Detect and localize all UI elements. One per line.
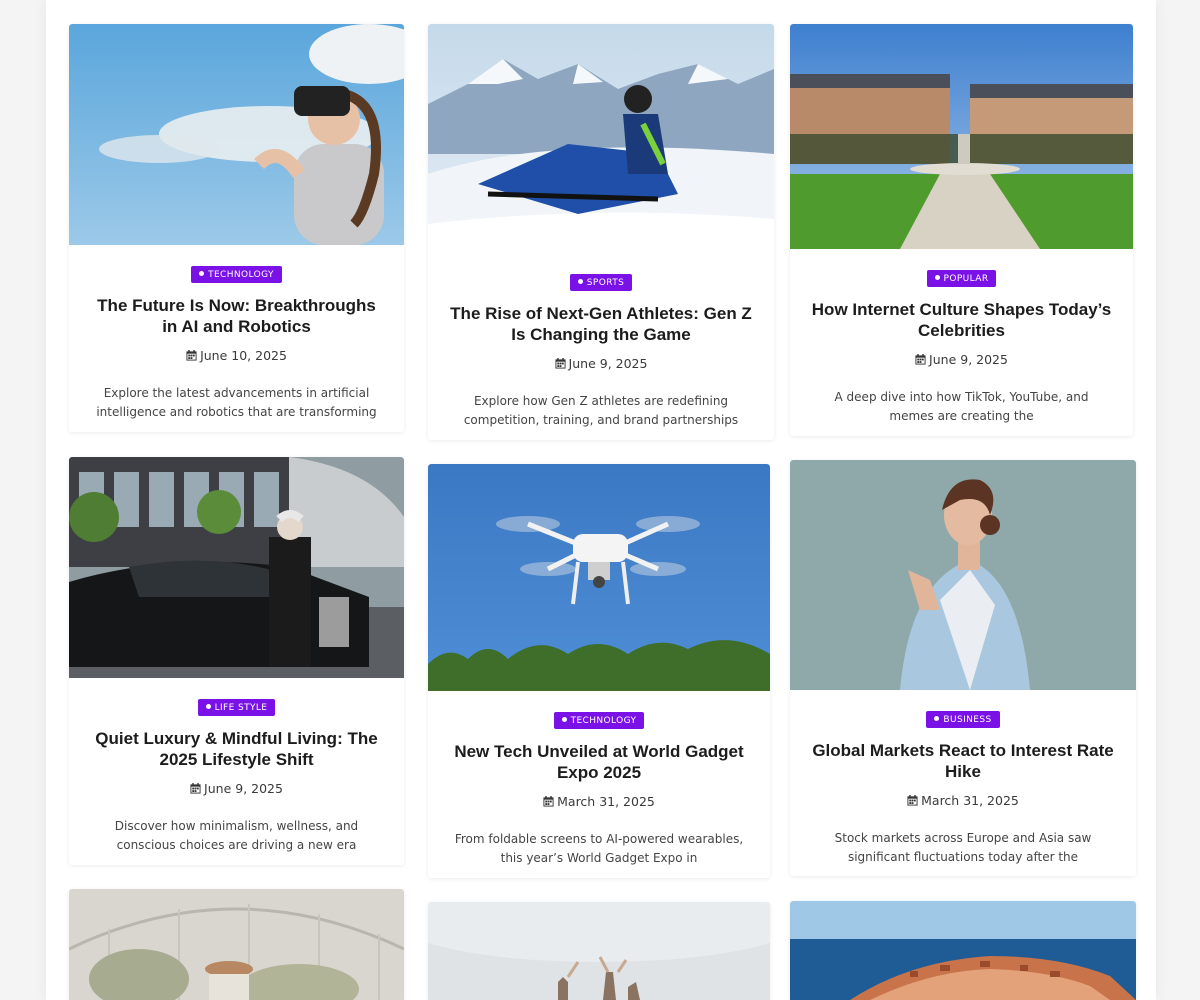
post-card[interactable]: TECHNOLOGY The Future Is Now: Breakthrou… — [69, 24, 404, 432]
post-excerpt: Explore the latest advancements in artif… — [96, 386, 377, 419]
post-thumbnail-vr-headset[interactable] — [69, 24, 404, 245]
post-title[interactable]: Quiet Luxury & Mindful Living: The 2025 … — [89, 728, 384, 770]
post-thumbnail-snowmobile[interactable] — [428, 24, 774, 253]
post-card[interactable] — [790, 901, 1136, 1000]
calendar-icon — [190, 783, 201, 794]
post-card[interactable] — [69, 889, 404, 1000]
category-label: POPULAR — [943, 274, 989, 284]
post-title[interactable]: New Tech Unveiled at World Gadget Expo 2… — [448, 741, 750, 783]
post-card[interactable]: LIFE STYLE Quiet Luxury & Mindful Living… — [69, 457, 404, 865]
post-date: March 31, 2025 — [790, 793, 1136, 808]
dot-icon — [577, 279, 583, 284]
post-title[interactable]: How Internet Culture Shapes Today’s Cele… — [810, 299, 1113, 341]
calendar-icon — [543, 796, 554, 807]
dot-icon — [934, 275, 940, 280]
dot-icon — [934, 716, 940, 721]
post-card[interactable]: SPORTS The Rise of Next-Gen Athletes: Ge… — [428, 24, 774, 440]
post-date-text: March 31, 2025 — [557, 794, 655, 809]
post-date-text: June 9, 2025 — [568, 356, 648, 371]
post-date: June 10, 2025 — [69, 348, 404, 363]
post-title[interactable]: The Future Is Now: Breakthroughs in AI a… — [89, 295, 384, 337]
post-excerpt: Explore how Gen Z athletes are redefinin… — [463, 394, 739, 427]
post-date: June 9, 2025 — [428, 356, 774, 371]
dot-icon — [561, 717, 567, 722]
post-date-text: June 9, 2025 — [929, 352, 1008, 367]
post-thumbnail-greenhouse[interactable] — [69, 889, 404, 1000]
post-date-text: June 10, 2025 — [200, 348, 287, 363]
post-thumbnail-group-celebration[interactable] — [428, 902, 770, 1000]
calendar-icon — [186, 350, 197, 361]
post-thumbnail-coastal-town[interactable] — [790, 901, 1136, 1000]
category-badge[interactable]: POPULAR — [926, 270, 997, 287]
post-excerpt: Stock markets across Europe and Asia saw… — [834, 831, 1092, 864]
category-label: LIFE STYLE — [214, 703, 268, 713]
post-date: March 31, 2025 — [428, 794, 770, 809]
post-date-text: June 9, 2025 — [204, 781, 283, 796]
post-thumbnail-businesswoman[interactable] — [790, 460, 1136, 690]
post-excerpt: Discover how minimalism, wellness, and c… — [114, 819, 359, 852]
post-card[interactable]: BUSINESS Global Markets React to Interes… — [790, 460, 1136, 876]
dot-icon — [199, 271, 205, 276]
post-title[interactable]: Global Markets React to Interest Rate Hi… — [810, 740, 1116, 782]
category-label: TECHNOLOGY — [208, 270, 274, 280]
post-title[interactable]: The Rise of Next-Gen Athletes: Gen Z Is … — [448, 303, 754, 345]
calendar-icon — [555, 358, 566, 369]
calendar-icon — [915, 354, 926, 365]
post-date: June 9, 2025 — [790, 352, 1133, 367]
category-label: BUSINESS — [943, 715, 992, 725]
category-badge[interactable]: TECHNOLOGY — [553, 712, 645, 729]
post-card[interactable]: TECHNOLOGY New Tech Unveiled at World Ga… — [428, 464, 770, 878]
category-label: SPORTS — [586, 278, 625, 288]
category-badge[interactable]: SPORTS — [569, 274, 633, 291]
dot-icon — [205, 704, 211, 709]
post-date-text: March 31, 2025 — [921, 793, 1019, 808]
calendar-icon — [907, 795, 918, 806]
post-card[interactable]: POPULAR How Internet Culture Shapes Toda… — [790, 24, 1133, 436]
post-thumbnail-city-square[interactable] — [790, 24, 1133, 249]
category-label: TECHNOLOGY — [570, 716, 637, 726]
category-badge[interactable]: TECHNOLOGY — [191, 266, 282, 283]
post-date: June 9, 2025 — [69, 781, 404, 796]
category-badge[interactable]: BUSINESS — [926, 711, 1000, 728]
category-badge[interactable]: LIFE STYLE — [197, 699, 276, 716]
post-card[interactable] — [428, 902, 770, 1000]
post-thumbnail-drone[interactable] — [428, 464, 770, 691]
blog-grid-page: TECHNOLOGY The Future Is Now: Breakthrou… — [46, 0, 1156, 1000]
post-excerpt: A deep dive into how TikTok, YouTube, an… — [834, 390, 1089, 423]
post-excerpt: From foldable screens to AI-powered wear… — [454, 832, 744, 865]
post-thumbnail-luxury-car[interactable] — [69, 457, 404, 678]
